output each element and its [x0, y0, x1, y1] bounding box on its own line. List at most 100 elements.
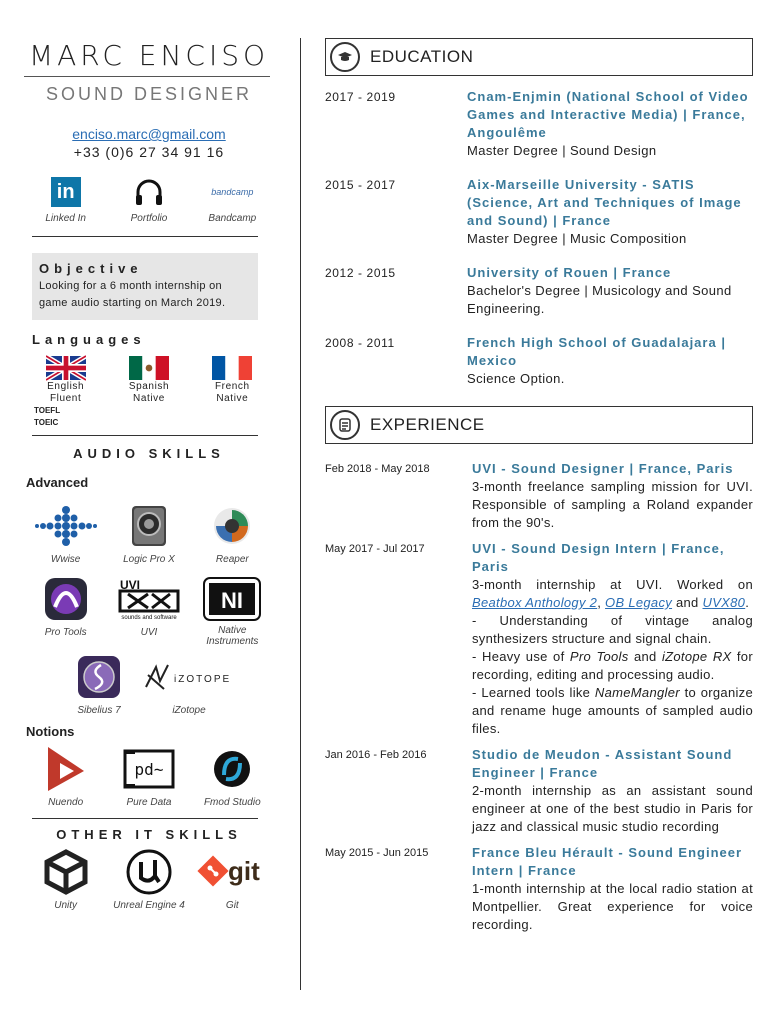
skill-name: Git [225, 900, 239, 911]
skill-logic-pro: Logic Pro X [109, 502, 189, 565]
skill-name: Pro Tools [44, 627, 87, 638]
mexico-flag-icon [128, 356, 169, 380]
it-skills-title: OTHER IT SKILLS [56, 827, 242, 842]
education-dates: 2008 - 2011 [325, 336, 395, 350]
experience-dates: Feb 2018 - May 2018 [325, 463, 430, 475]
education-dates: 2017 - 2019 [325, 90, 396, 104]
experience-title: EXPERIENCE [370, 415, 485, 434]
education-school: Aix-Marseille University - SATIS (Scienc… [467, 177, 742, 228]
education-dates: 2012 - 2015 [325, 266, 396, 280]
headphones-icon[interactable] [133, 176, 165, 208]
skill-name: Unreal Engine 4 [113, 900, 185, 911]
tool-name: iZotope RX [661, 649, 732, 664]
objective-text: Looking for a 6 month internship on game… [39, 280, 226, 309]
language-name: Spanish [128, 381, 170, 392]
experience-item: Feb 2018 - May 2018 UVI - Sound Designer… [325, 460, 753, 532]
education-item: 2008 - 2011 French High School of Guadal… [325, 334, 753, 388]
skill-pro-tools: Pro Tools [26, 575, 106, 647]
desc-text: , [597, 595, 602, 610]
education-degree: Bachelor's Degree | Musicology and Sound… [467, 283, 732, 316]
desc-text: . [745, 595, 750, 610]
column-divider [300, 38, 301, 990]
education-degree: Master Degree | Sound Design [467, 143, 657, 158]
unreal-icon [126, 849, 172, 895]
linkedin-icon[interactable]: in [50, 177, 81, 207]
experience-title: UVI - Sound Design Intern | France, Pari… [472, 541, 725, 574]
uvx80-link[interactable]: UVX80 [703, 595, 746, 610]
skill-reaper: Reaper [192, 502, 272, 565]
wwise-icon [34, 506, 97, 546]
fmod-icon [214, 751, 251, 787]
skill-name: Reaper [215, 554, 249, 565]
education-dates: 2015 - 2017 [325, 178, 396, 192]
objective-title: Objective [39, 261, 143, 276]
skill-izotope: iZOTOPE iZotope [139, 653, 239, 716]
skills-row: Wwise Logic Pro X Reaper [24, 502, 274, 565]
skill-name: Native Instruments [206, 625, 259, 647]
skill-name: Sibelius 7 [77, 705, 121, 716]
education-school: University of Rouen | France [467, 265, 672, 280]
language-english: English Fluent [31, 355, 101, 405]
desc-text: and [675, 595, 699, 610]
divider [32, 818, 258, 819]
advanced-label: Advanced [26, 475, 89, 490]
graduation-cap-icon [330, 42, 360, 72]
languages-title: Languages [32, 332, 146, 347]
objective-box: Objective Looking for a 6 month internsh… [32, 253, 258, 320]
desc-text: - Heavy use of [472, 649, 565, 664]
skills-row: Sibelius 7 iZOTOPE iZotope [24, 653, 274, 716]
experience-bullet: - Heavy use of Pro Tools and iZotope RX … [472, 648, 753, 684]
pd-logo-text: pd~ [135, 760, 164, 779]
languages-list: English Fluent Spanish Native French Nat… [24, 355, 274, 405]
education-item: 2012 - 2015 University of Rouen | France… [325, 264, 753, 318]
audio-skills-title: AUDIO SKILLS [73, 446, 225, 461]
izotope-icon: iZOTOPE [145, 664, 231, 690]
linkedin-link[interactable]: in Linked In [31, 175, 101, 224]
beatbox-anthology-link[interactable]: Beatbox Anthology 2 [472, 595, 597, 610]
experience-dates: Jan 2016 - Feb 2016 [325, 749, 427, 761]
link-label: Portfolio [130, 213, 168, 224]
experience-header: EXPERIENCE [325, 406, 753, 444]
document-icon [330, 410, 360, 440]
logic-pro-icon [131, 506, 166, 546]
skills-row: Nuendo pd~ Pure Data Fmod Studio [24, 745, 274, 808]
native-instruments-icon: NI [203, 577, 262, 621]
pure-data-icon: pd~ [123, 749, 175, 789]
phone-number: +33 (0)6 27 34 91 16 [73, 144, 225, 160]
language-name: French [214, 381, 250, 392]
france-flag-icon [212, 356, 253, 380]
skill-name: Pure Data [126, 797, 172, 808]
divider [32, 236, 258, 237]
skill-fmod: Fmod Studio [192, 745, 272, 808]
education-school: French High School of Guadalajara | Mexi… [467, 335, 726, 368]
reaper-icon [214, 508, 251, 544]
it-skills-row: Unity Unreal Engine 4 git Git [24, 848, 274, 911]
experience-title: UVI - Sound Designer | France, Paris [472, 461, 734, 476]
experience-title: Studio de Meudon - Assistant Sound Engin… [472, 747, 733, 780]
experience-bullet: - Learned tools like NameMangler to orga… [472, 684, 753, 738]
language-level: Native [216, 393, 249, 404]
link-label: Bandcamp [208, 213, 257, 224]
notions-label: Notions [26, 724, 75, 739]
izotope-logo-text: iZOTOPE [174, 674, 231, 685]
uvi-icon: UVI sounds and software [118, 578, 180, 621]
portfolio-link[interactable]: Portfolio [114, 175, 184, 224]
pro-tools-icon [44, 578, 87, 620]
language-name: English [47, 381, 85, 392]
profile-links: in Linked In Portfolio bandcamp Bandcamp [24, 175, 274, 224]
education-title: EDUCATION [370, 47, 474, 66]
bandcamp-link[interactable]: bandcamp Bandcamp [197, 175, 267, 224]
uk-flag-icon [45, 355, 86, 381]
education-school: Cnam-Enjmin (National School of Video Ga… [467, 89, 749, 140]
education-item: 2015 - 2017 Aix-Marseille University - S… [325, 176, 753, 248]
ob-legacy-link[interactable]: OB Legacy [605, 595, 672, 610]
nuendo-icon [47, 747, 84, 791]
bandcamp-icon[interactable]: bandcamp [211, 187, 253, 197]
experience-bullet: - Understanding of vintage analog synthe… [472, 613, 753, 646]
person-name: MARC ENCISO [28, 39, 270, 72]
skill-unreal: Unreal Engine 4 [109, 848, 189, 911]
experience-item: May 2017 - Jul 2017 UVI - Sound Design I… [325, 540, 753, 738]
email-link[interactable]: enciso.marc@gmail.com [24, 125, 274, 143]
skill-name: Wwise [50, 554, 81, 565]
cert-toeic: TOEIC [34, 418, 59, 427]
